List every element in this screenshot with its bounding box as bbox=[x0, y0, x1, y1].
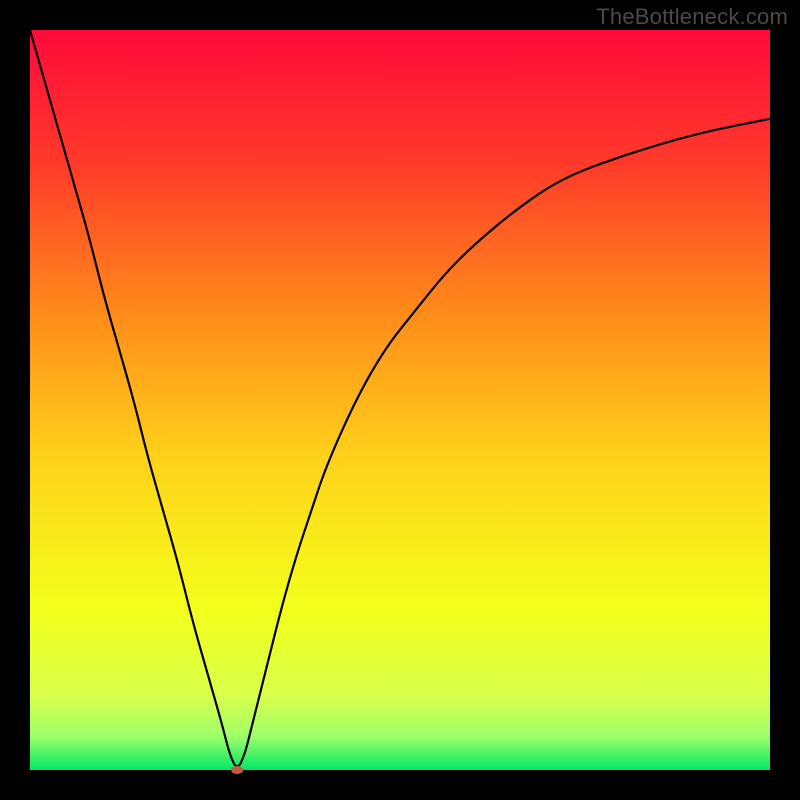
watermark-text: TheBottleneck.com bbox=[596, 4, 788, 30]
plot-background bbox=[30, 30, 770, 770]
bottleneck-chart bbox=[0, 0, 800, 800]
minimum-marker bbox=[231, 766, 243, 774]
chart-frame: TheBottleneck.com bbox=[0, 0, 800, 800]
